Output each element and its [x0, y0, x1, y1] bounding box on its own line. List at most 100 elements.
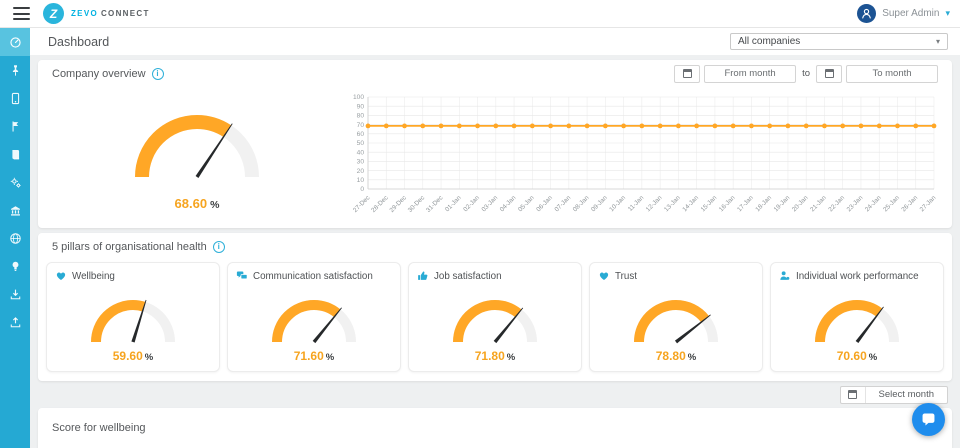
brand-primary: ZEVO [71, 9, 98, 18]
pillar-value-number: 78.80 [655, 349, 686, 363]
pillar-value-unit: % [687, 352, 697, 363]
info-icon[interactable]: i [212, 240, 225, 253]
heart-icon [599, 272, 609, 281]
chat-button[interactable] [912, 403, 945, 436]
from-month-calendar-button[interactable] [674, 64, 701, 83]
sidebar-item-flag[interactable] [0, 112, 30, 140]
svg-text:29-Dec: 29-Dec [388, 194, 408, 214]
svg-text:22-Jan: 22-Jan [827, 194, 846, 213]
to-month-input[interactable]: To month [846, 64, 938, 83]
pin-icon [12, 64, 18, 76]
info-icon[interactable]: i [151, 67, 164, 80]
pillar-card: Wellbeing 59.60% [46, 262, 220, 372]
svg-text:28-Dec: 28-Dec [370, 194, 390, 214]
person-icon [862, 8, 872, 19]
avatar [857, 4, 877, 23]
pillar-value: 59.60% [55, 347, 211, 365]
sidebar-item-bank[interactable] [0, 196, 30, 224]
from-month-input[interactable]: From month [704, 64, 797, 83]
svg-text:20-Jan: 20-Jan [791, 194, 810, 213]
svg-text:17-Jan: 17-Jan [736, 194, 755, 213]
company-overview-body: 68.60% 0 10 20 30 40 50 60 70 80 90 100 27-Dec 28-De… [38, 87, 952, 223]
company-filter-select[interactable]: All companies ▾ [730, 33, 948, 50]
sidebar-item-download[interactable] [0, 280, 30, 308]
score-for-wellbeing-header: Score for wellbeing [38, 408, 952, 438]
pillar-row: Wellbeing 59.60% Communication satisfactio… [38, 260, 952, 372]
date-range-separator: to [802, 68, 810, 79]
topbar: Z ZEVO CONNECT Super Admin ▾ [0, 0, 960, 28]
pillar-value-unit: % [868, 352, 878, 363]
pillars-title: 5 pillars of organisational health [52, 240, 207, 253]
menu-icon[interactable] [13, 7, 30, 20]
company-filter-value: All companies [738, 36, 801, 47]
sidebar-item-book[interactable] [0, 140, 30, 168]
pillars-card: 5 pillars of organisational health i Wel… [38, 233, 952, 381]
download-icon [10, 289, 20, 299]
calendar-button-segment[interactable] [841, 386, 866, 403]
pillar-label: Individual work performance [796, 270, 919, 282]
svg-text:50: 50 [357, 140, 365, 147]
svg-text:13-Jan: 13-Jan [663, 194, 682, 213]
svg-text:07-Jan: 07-Jan [553, 194, 572, 213]
svg-text:70: 70 [357, 122, 365, 129]
sidebar-item-upload[interactable] [0, 308, 30, 336]
svg-text:01-Jan: 01-Jan [444, 194, 463, 213]
sidebar-item-pin[interactable] [0, 56, 30, 84]
gauge-chart [634, 300, 718, 344]
score-for-wellbeing-title: Score for wellbeing [52, 422, 146, 434]
sidebar-item-globe[interactable] [0, 224, 30, 252]
sidebar-item-lightbulb[interactable] [0, 252, 30, 280]
pillar-value: 71.60% [236, 347, 392, 365]
svg-text:26-Jan: 26-Jan [900, 194, 919, 213]
svg-text:30-Dec: 30-Dec [407, 194, 427, 214]
zevo-logo-icon: Z [43, 3, 64, 24]
svg-text:11-Jan: 11-Jan [627, 194, 646, 213]
date-range-controls: From month to To month [674, 64, 938, 83]
pillar-value-unit: % [506, 352, 516, 363]
sidebar-item-dashboard[interactable] [0, 28, 30, 56]
lightbulb-icon [12, 261, 18, 271]
heart-icon [55, 270, 67, 282]
calendar-icon [824, 69, 834, 78]
brand-secondary: CONNECT [100, 9, 150, 18]
sidebar-item-tablet[interactable] [0, 84, 30, 112]
svg-text:10-Jan: 10-Jan [608, 194, 627, 213]
svg-text:18-Jan: 18-Jan [754, 194, 773, 213]
pillar-value: 71.80% [417, 347, 573, 365]
calendar-icon [682, 69, 692, 78]
user-menu[interactable]: Super Admin ▾ [857, 4, 950, 23]
svg-text:31-Dec: 31-Dec [425, 194, 445, 214]
chat-bubble-icon [922, 413, 935, 426]
person-icon [779, 270, 791, 282]
svg-text:09-Jan: 09-Jan [590, 194, 609, 213]
thumbs-up-icon [417, 270, 429, 282]
pillar-card: Job satisfaction 71.80% [408, 262, 582, 372]
pillar-label: Communication satisfaction [253, 270, 373, 282]
pillar-card-header: Individual work performance [779, 270, 935, 282]
to-month-calendar-button[interactable] [816, 64, 842, 83]
svg-text:24-Jan: 24-Jan [864, 194, 883, 213]
svg-text:90: 90 [357, 103, 365, 110]
person-icon [780, 271, 790, 280]
svg-text:03-Jan: 03-Jan [480, 194, 499, 213]
pillar-value: 70.60% [779, 347, 935, 365]
svg-text:15-Jan: 15-Jan [700, 194, 719, 213]
pillar-card-header: Communication satisfaction [236, 270, 392, 282]
sidebar-item-cogs[interactable] [0, 168, 30, 196]
svg-text:40: 40 [357, 149, 365, 156]
company-overview-title: Company overview [52, 67, 146, 80]
tablet-icon [11, 92, 19, 104]
thumbs-up-icon [418, 271, 428, 280]
company-overview-header: Company overview i From month to To mont… [38, 60, 952, 87]
bank-icon [10, 205, 20, 216]
book-icon [11, 149, 19, 159]
chevron-down-icon: ▾ [935, 37, 940, 46]
svg-text:30: 30 [357, 159, 365, 166]
pillar-card-header: Trust [598, 270, 754, 282]
page-header: Dashboard All companies ▾ [30, 28, 960, 55]
svg-text:04-Jan: 04-Jan [499, 194, 518, 213]
select-month-button[interactable]: Select month [839, 385, 948, 404]
month-select-row: Select month [30, 381, 960, 408]
svg-text:10: 10 [357, 177, 365, 184]
svg-text:0: 0 [360, 186, 364, 193]
